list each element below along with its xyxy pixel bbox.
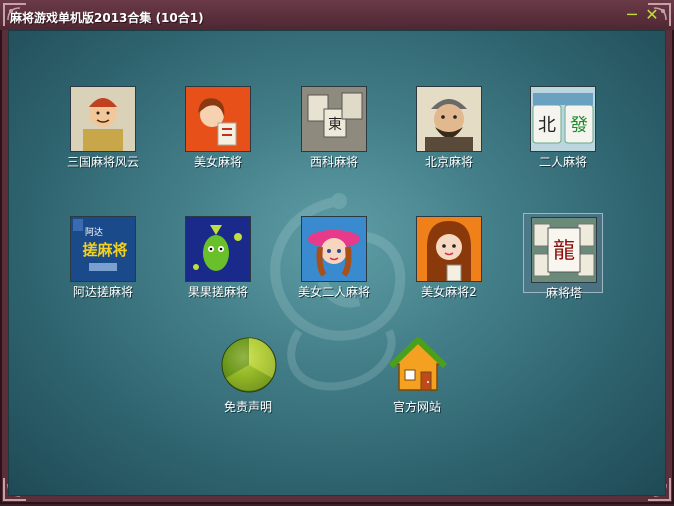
- corner-ornament-icon: [2, 2, 28, 28]
- beauty-mahjong-icon: [186, 87, 250, 151]
- game-label: 美女麻将: [193, 155, 242, 169]
- east-tile-text: 東: [328, 117, 342, 133]
- game-xike-mahjong[interactable]: 東 西科麻将: [294, 83, 374, 169]
- game-three-kingdoms[interactable]: 三国麻将风云: [63, 83, 143, 169]
- ada-mahjong-icon: 阿达 搓麻将: [71, 217, 135, 281]
- game-label: 北京麻将: [424, 155, 473, 169]
- game-label: 阿达搓麻将: [72, 285, 133, 299]
- game-ada-mahjong[interactable]: 阿达 搓麻将 阿达搓麻将: [63, 213, 143, 299]
- game-mahjong-tower[interactable]: 龍 麻将塔: [523, 213, 603, 300]
- beauty-mahjong-2-icon: [417, 217, 481, 281]
- xike-mahjong-icon: 東: [302, 87, 366, 151]
- game-beauty-two-player[interactable]: 美女二人麻将: [294, 213, 374, 299]
- window-title: 麻将游戏单机版2013合集 (10合1): [10, 11, 204, 25]
- game-beauty-mahjong-2[interactable]: 美女麻将2: [409, 213, 489, 299]
- guoguo-mahjong-icon: [186, 217, 250, 281]
- disclaimer-label: 免责声明: [223, 400, 272, 414]
- three-kingdoms-icon: [71, 87, 135, 151]
- title-bar[interactable]: 麻将游戏单机版2013合集 (10合1) ─ ✕: [0, 0, 674, 30]
- game-label: 二人麻将: [538, 155, 587, 169]
- disclaimer-button[interactable]: 免责声明: [208, 336, 288, 416]
- game-label: 西科麻将: [309, 155, 358, 169]
- minimize-button[interactable]: ─: [625, 7, 639, 23]
- game-label: 麻将塔: [545, 286, 582, 300]
- ada-brand-text: 阿达: [85, 226, 103, 238]
- north-tile-text: 北: [538, 115, 556, 136]
- game-label: 果果搓麻将: [187, 285, 248, 299]
- game-beauty-mahjong[interactable]: 美女麻将: [178, 83, 258, 169]
- ada-title-text: 搓麻将: [82, 241, 127, 259]
- launcher-panel: 三国麻将风云 美女麻将 東 西科麻将 北京麻将 北發 二人麻将 阿达 搓麻将 阿达…: [8, 30, 666, 496]
- fa-tile-text: 發: [570, 115, 588, 136]
- mahjong-tower-icon: 龍: [532, 218, 596, 282]
- corner-ornament-icon: [646, 2, 672, 28]
- game-label: 美女麻将2: [421, 285, 477, 299]
- game-two-player-mahjong[interactable]: 北發 二人麻将: [523, 83, 603, 169]
- game-guoguo-mahjong[interactable]: 果果搓麻将: [178, 213, 258, 299]
- dragon-tile-text: 龍: [553, 239, 575, 264]
- two-player-mahjong-icon: 北發: [531, 87, 595, 151]
- official-website-label: 官方网站: [392, 400, 441, 414]
- game-label: 三国麻将风云: [66, 155, 139, 169]
- beauty-two-player-icon: [302, 217, 366, 281]
- disclaimer-icon: [221, 337, 277, 393]
- game-beijing-mahjong[interactable]: 北京麻将: [409, 83, 489, 169]
- game-label: 美女二人麻将: [297, 285, 370, 299]
- official-website-button[interactable]: 官方网站: [377, 336, 457, 416]
- home-icon: [389, 337, 447, 391]
- beijing-mahjong-icon: [417, 87, 481, 151]
